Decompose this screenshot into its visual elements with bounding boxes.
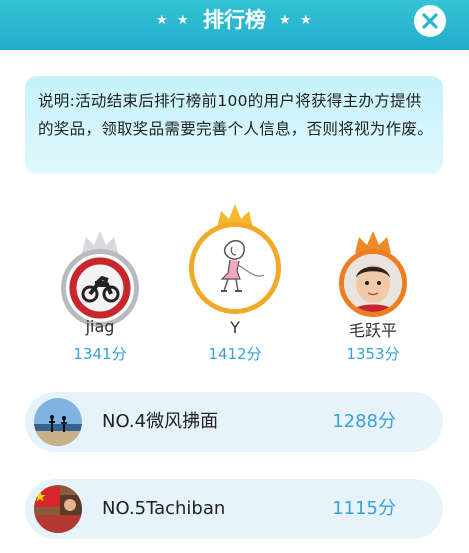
close-button[interactable] bbox=[414, 5, 446, 37]
notice-text: 说明:活动结束后排行榜前100的用户将获得主办方提供的奖品，领取奖品需要完善个人… bbox=[38, 92, 434, 138]
flag-photo-avatar bbox=[34, 485, 82, 533]
rank-name: NO.4微风拂面 bbox=[102, 411, 219, 432]
list-item[interactable]: NO.5Tachiban 1115分 bbox=[25, 479, 443, 539]
star-icon: ★ bbox=[300, 13, 312, 28]
motorcycle-prohibited-sign-avatar bbox=[69, 257, 131, 319]
rank-score: 1115分 bbox=[332, 498, 396, 519]
podium-score: 1412分 bbox=[208, 345, 262, 363]
podium-first[interactable]: Y 1412分 bbox=[180, 200, 290, 365]
podium-second[interactable]: jiag 1341分 bbox=[45, 225, 155, 365]
podium-name: Y bbox=[230, 318, 240, 337]
close-icon bbox=[422, 13, 438, 29]
beach-photo-avatar bbox=[34, 398, 82, 446]
podium-score: 1341分 bbox=[73, 345, 127, 363]
star-icon: ★ bbox=[279, 13, 291, 28]
avatar bbox=[339, 249, 407, 317]
podium-third[interactable]: 毛跃平 1353分 bbox=[318, 225, 428, 365]
notice-box: 说明:活动结束后排行榜前100的用户将获得主办方提供的奖品，领取奖品需要完善个人… bbox=[25, 76, 443, 174]
rank-score: 1288分 bbox=[332, 411, 396, 432]
header-bar: ★ ★ 排行榜 ★ ★ bbox=[0, 0, 469, 50]
podium-score: 1353分 bbox=[346, 345, 400, 363]
avatar bbox=[61, 249, 139, 327]
page-title: 排行榜 bbox=[203, 8, 266, 32]
list-item[interactable]: NO.4微风拂面 1288分 bbox=[25, 392, 443, 452]
avatar bbox=[189, 222, 281, 314]
avatar bbox=[34, 485, 82, 533]
podium-name: 毛跃平 bbox=[348, 321, 397, 340]
child-photo-avatar bbox=[344, 254, 402, 312]
girl-sketch-avatar bbox=[194, 227, 276, 309]
podium-name: jiag bbox=[85, 317, 115, 336]
avatar bbox=[34, 398, 82, 446]
rank-name: NO.5Tachiban bbox=[102, 498, 226, 519]
